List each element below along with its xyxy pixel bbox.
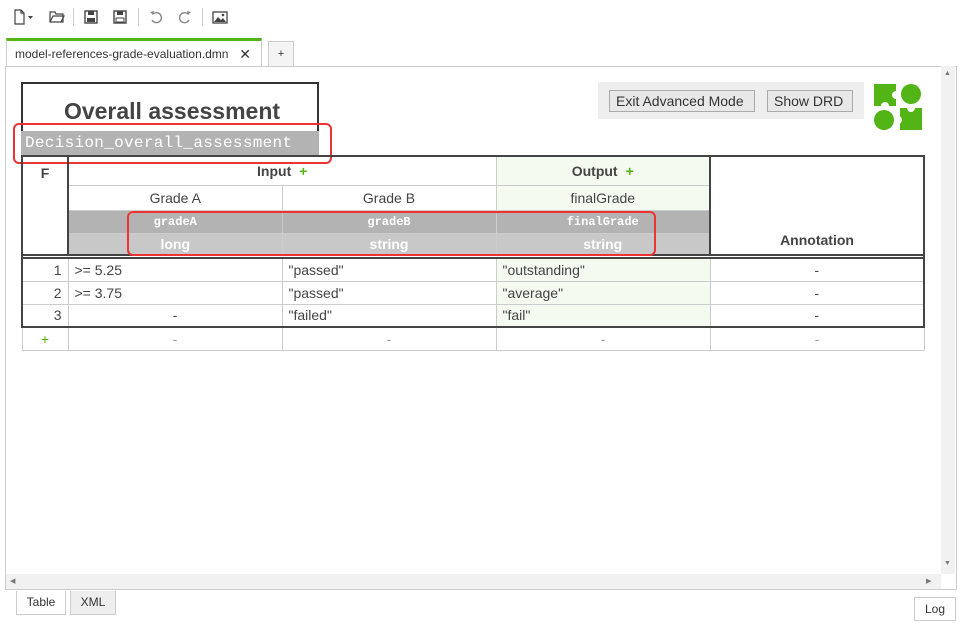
output-label-final-grade[interactable]: finalGrade [495, 184, 711, 211]
hit-policy[interactable]: F [21, 155, 69, 256]
log-button[interactable]: Log [914, 597, 956, 621]
rule-output-cell[interactable]: "outstanding" [495, 257, 711, 282]
rule-cell[interactable]: "passed" [281, 280, 497, 305]
scroll-up-icon[interactable]: ▲ [944, 70, 951, 77]
add-rule-cell[interactable]: - [67, 326, 283, 351]
rule-cell[interactable]: - [67, 303, 283, 328]
annotation-cell[interactable]: - [709, 303, 925, 328]
scroll-right-icon[interactable]: ▶ [926, 577, 931, 585]
tab-model-file[interactable]: model-references-grade-evaluation.dmn ✕ [6, 38, 262, 66]
export-image-icon[interactable] [209, 7, 231, 27]
tab-bar: model-references-grade-evaluation.dmn ✕ … [0, 37, 962, 67]
output-header: Output + [495, 155, 711, 186]
save-icon[interactable] [80, 7, 102, 27]
input-expression-grade-b[interactable]: gradeB [281, 209, 497, 234]
exit-advanced-mode-button[interactable]: Exit Advanced Mode [609, 90, 755, 112]
rule-cell[interactable]: >= 3.75 [67, 280, 283, 305]
scroll-down-icon[interactable]: ▼ [944, 560, 951, 567]
annotation-cell[interactable]: - [709, 257, 925, 282]
table-row: 2 >= 3.75 "passed" "average" - [21, 280, 925, 305]
tab-xml[interactable]: XML [70, 591, 116, 615]
horizontal-scrollbar[interactable]: ◀ ▶ [6, 574, 941, 589]
add-output-icon[interactable]: + [626, 163, 634, 179]
input-header-label: Input [257, 162, 292, 179]
input-type-grade-b[interactable]: string [281, 232, 497, 256]
rule-output-cell[interactable]: "average" [495, 280, 711, 305]
close-icon[interactable]: ✕ [239, 41, 251, 67]
add-rule-cell[interactable]: - [281, 326, 497, 351]
open-folder-icon[interactable] [46, 7, 68, 27]
add-rule-cell[interactable]: - [709, 326, 925, 351]
row-number[interactable]: 2 [21, 280, 69, 305]
redo-icon[interactable] [174, 7, 196, 27]
vertical-scrollbar[interactable]: ▲ ▼ [941, 66, 955, 574]
add-input-icon[interactable]: + [299, 163, 307, 179]
input-label-grade-b[interactable]: Grade B [281, 184, 497, 211]
add-rule-icon[interactable]: + [21, 326, 69, 351]
annotation-header[interactable]: Annotation [709, 155, 925, 256]
input-type-grade-a[interactable]: long [67, 232, 283, 256]
tab-label: model-references-grade-evaluation.dmn [15, 47, 229, 61]
decision-id[interactable]: Decision_overall_assessment [21, 131, 319, 155]
toolbar-separator [138, 8, 139, 26]
toolbar-separator [73, 8, 74, 26]
rule-cell[interactable]: "passed" [281, 257, 497, 282]
rule-cell[interactable]: >= 5.25 [67, 257, 283, 282]
table-row: 1 >= 5.25 "passed" "outstanding" - [21, 257, 925, 282]
row-number[interactable]: 1 [21, 257, 69, 282]
toolbar [0, 0, 962, 34]
output-name-final-grade[interactable]: finalGrade [495, 209, 711, 234]
show-drd-button[interactable]: Show DRD [767, 90, 853, 112]
output-header-label: Output [571, 162, 618, 179]
input-header: Input + [67, 155, 497, 186]
toolbar-separator [202, 8, 203, 26]
row-number[interactable]: 3 [21, 303, 69, 328]
add-tab-button[interactable]: + [268, 41, 294, 66]
scroll-left-icon[interactable]: ◀ [10, 577, 15, 585]
undo-icon[interactable] [145, 7, 167, 27]
mode-controls: Exit Advanced Mode Show DRD [598, 82, 864, 119]
save-as-icon[interactable] [109, 7, 131, 27]
table-row: 3 - "failed" "fail" - [21, 303, 925, 328]
input-expression-grade-a[interactable]: gradeA [67, 209, 283, 234]
new-file-icon[interactable] [8, 7, 38, 27]
rule-cell[interactable]: "failed" [281, 303, 497, 328]
decision-title[interactable]: Overall assessment [23, 98, 321, 125]
input-label-grade-a[interactable]: Grade A [67, 184, 283, 211]
decision-table: F Input + Output + Annotation Grade A Grad… [21, 155, 925, 351]
tab-table[interactable]: Table [16, 591, 66, 615]
camunda-logo [872, 82, 924, 132]
add-rule-row: + - - - - [21, 326, 925, 351]
annotation-cell[interactable]: - [709, 280, 925, 305]
rule-output-cell[interactable]: "fail" [495, 303, 711, 328]
add-rule-cell[interactable]: - [495, 326, 711, 351]
output-type-final-grade[interactable]: string [495, 232, 711, 256]
